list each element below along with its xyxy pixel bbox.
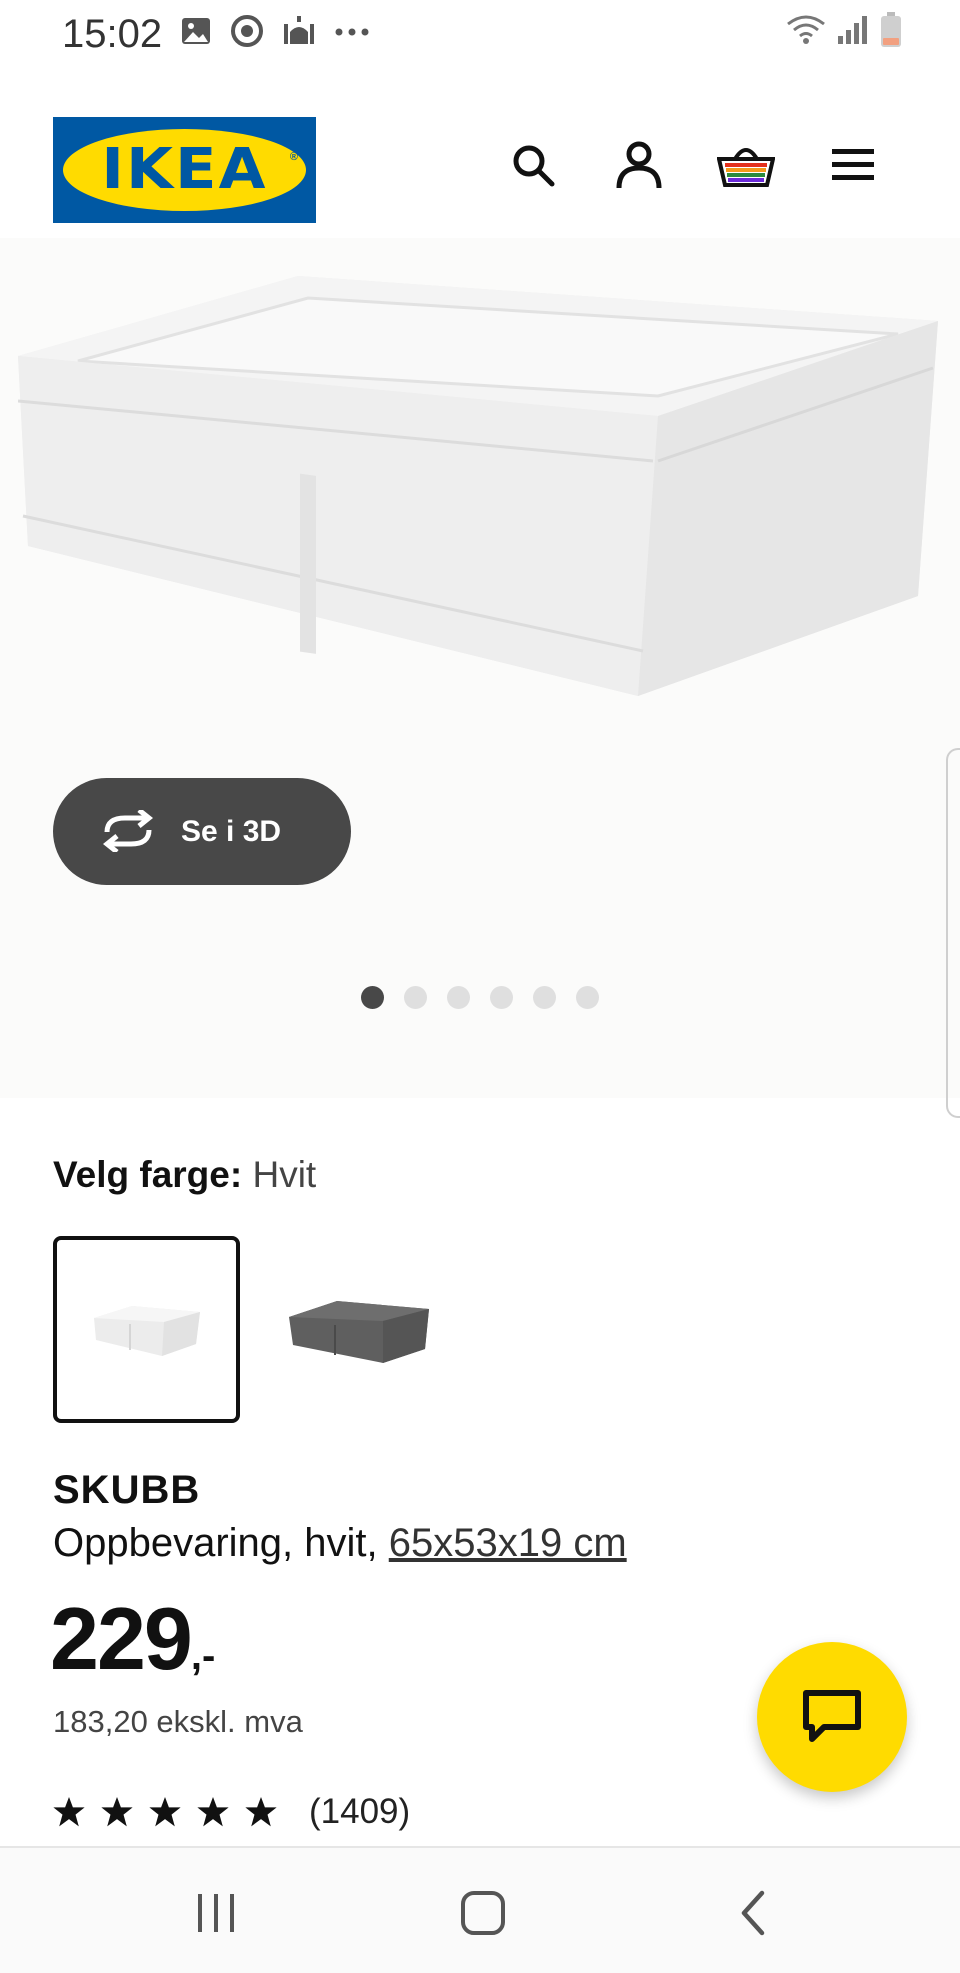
carousel-dot[interactable] [533,986,556,1009]
product-image [18,276,938,696]
status-time: 15:02 [62,12,163,56]
carousel-dot[interactable] [490,986,513,1009]
chat-button[interactable] [757,1642,907,1792]
carousel-dot[interactable] [576,986,599,1009]
sync-icon [230,14,264,53]
carousel-dot[interactable] [404,986,427,1009]
price-value: 229 [50,1589,193,1688]
star-icon [101,1797,133,1827]
battery-icon [880,11,902,53]
header-actions [0,135,960,205]
notification-icons [180,14,370,53]
search-icon[interactable] [503,135,563,195]
more-icon [334,24,370,42]
color-swatch-dark-grey[interactable] [265,1236,452,1423]
product-image-carousel[interactable]: Se i 3D [0,238,960,1118]
rating-stars [53,1797,277,1827]
wifi-icon [786,14,826,51]
system-icons [786,11,902,53]
view-3d-label: Se i 3D [181,815,282,848]
view-3d-button[interactable]: Se i 3D [53,778,351,885]
carousel-dot[interactable] [361,986,384,1009]
carousel-dot[interactable] [447,986,470,1009]
color-swatch-white[interactable] [53,1236,240,1423]
system-nav-bar [0,1846,960,1973]
review-count: (1409) [309,1792,411,1831]
menu-icon[interactable] [823,135,883,195]
star-icon [149,1797,181,1827]
product-name: SKUBB [53,1468,201,1512]
product-type: Oppbevaring, hvit, [53,1521,389,1565]
swatch-white-image [93,1305,200,1356]
account-icon[interactable] [609,135,669,195]
color-value: Hvit [252,1154,317,1195]
status-bar: 15:02 [0,0,960,70]
rotate-3d-icon [99,808,157,857]
home-icon[interactable] [448,1878,518,1948]
price-ex-vat: 183,20 ekskl. mva [53,1704,303,1739]
product-size-link[interactable]: 65x53x19 cm [389,1521,627,1565]
back-icon[interactable] [718,1878,788,1948]
price-suffix: ,- [190,1634,216,1678]
side-scroll-handle [946,748,960,1118]
color-label: Velg farge: [53,1154,243,1195]
product-rating[interactable]: (1409) [53,1790,410,1834]
star-icon [53,1797,85,1827]
chat-icon [803,1690,861,1742]
product-price: 229,- [50,1588,215,1690]
mosque-icon [282,14,316,53]
carousel-dots [361,986,599,1010]
product-description: Oppbevaring, hvit, 65x53x19 cm [53,1521,627,1566]
basket-icon[interactable] [716,135,776,195]
image-icon [180,16,212,51]
swatch-grey-image [288,1300,429,1363]
recents-icon[interactable] [181,1878,251,1948]
star-icon [245,1797,277,1827]
signal-icon [836,14,870,51]
color-selector-label: Velg farge: Hvit [53,1154,316,1196]
star-icon [197,1797,229,1827]
